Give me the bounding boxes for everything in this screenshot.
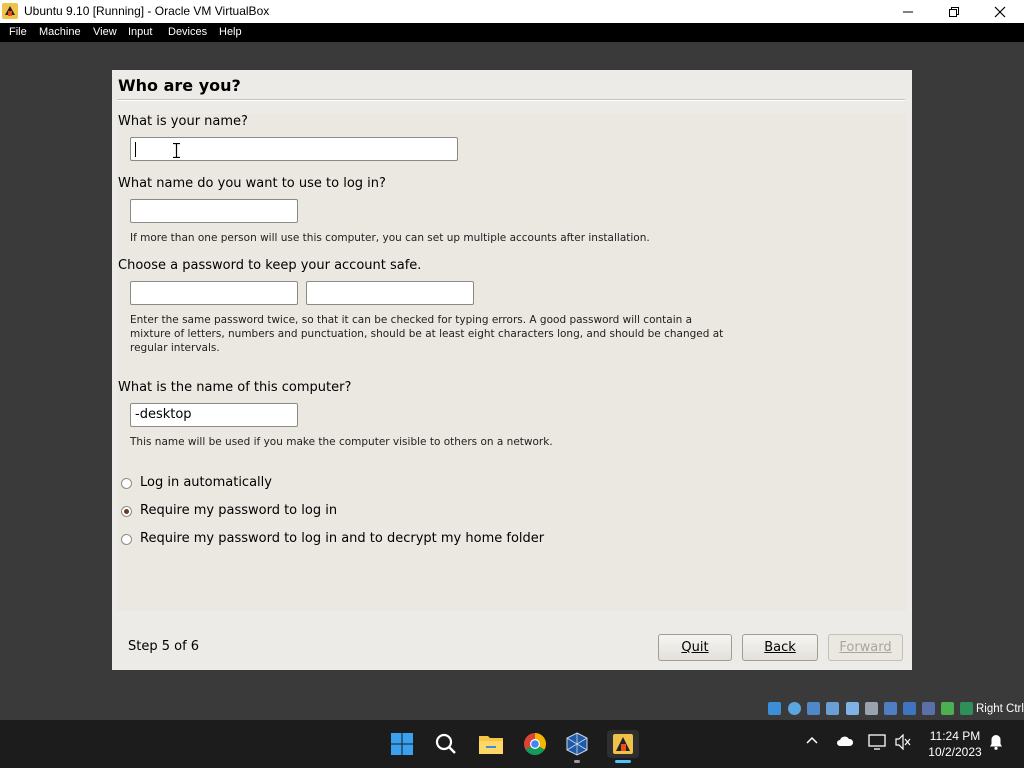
login-hint: If more than one person will use this co… <box>130 232 650 244</box>
quit-button[interactable]: Quit <box>658 634 732 661</box>
taskbar-virtualbox[interactable] <box>563 730 591 763</box>
taskbar-file-explorer[interactable] <box>477 730 505 758</box>
vm-window-icon <box>613 734 633 754</box>
close-icon <box>994 6 1006 17</box>
close-button[interactable] <box>977 0 1023 23</box>
password-hint: Enter the same password twice, so that i… <box>130 313 723 355</box>
title-separator <box>117 99 905 101</box>
mouse-integration-icon[interactable] <box>960 702 973 715</box>
virtualization-icon[interactable] <box>922 702 935 715</box>
virtualbox-vm-icon <box>2 3 18 19</box>
menu-file[interactable]: File <box>9 26 27 38</box>
host-key-label: Right Ctrl <box>976 703 1024 715</box>
bell-icon <box>990 735 1002 750</box>
text-cursor-icon <box>173 143 180 158</box>
vm-status-bar: Right Ctrl <box>0 698 1024 720</box>
restore-icon <box>949 6 959 17</box>
password-question: Choose a password to keep your account s… <box>118 258 422 273</box>
back-button[interactable]: Back <box>742 634 818 661</box>
password-confirm-input[interactable] <box>306 281 474 305</box>
shared-folders-icon[interactable] <box>865 702 878 715</box>
guest-additions-icon[interactable] <box>941 702 954 715</box>
tray-onedrive[interactable] <box>836 734 854 753</box>
menu-machine[interactable]: Machine <box>39 26 81 38</box>
menu-help[interactable]: Help <box>219 26 242 38</box>
taskbar-vm-window[interactable] <box>607 730 639 763</box>
name-question: What is your name? <box>118 114 248 129</box>
computer-name-value: -desktop <box>135 407 192 422</box>
chevron-up-icon <box>806 736 818 744</box>
notifications-button[interactable] <box>988 734 1004 755</box>
password-hint-line: mixture of letters, numbers and punctuat… <box>130 328 724 340</box>
hard-disk-icon[interactable] <box>768 702 781 715</box>
running-indicator <box>574 760 580 763</box>
clock-date: 10/2/2023 <box>928 745 982 759</box>
password-input[interactable] <box>130 281 298 305</box>
radio-label-require-password-encrypt[interactable]: Require my password to log in and to dec… <box>140 531 544 546</box>
taskbar-clock[interactable]: 11:24 PM 10/2/2023 <box>922 728 988 760</box>
network-monitor-icon <box>868 734 886 750</box>
taskbar-search-button[interactable] <box>432 730 460 758</box>
dialog-title: Who are you? <box>118 76 241 95</box>
window-title: Ubuntu 9.10 [Running] - Oracle VM Virtua… <box>24 4 270 18</box>
text-caret <box>135 142 136 157</box>
tray-network[interactable] <box>868 734 886 755</box>
menu-view[interactable]: View <box>93 26 117 38</box>
recording-icon[interactable] <box>903 702 916 715</box>
cloud-icon <box>837 736 854 746</box>
file-explorer-icon <box>479 736 503 754</box>
login-question: What name do you want to use to log in? <box>118 176 386 191</box>
audio-icon[interactable] <box>807 702 820 715</box>
tray-volume[interactable] <box>895 733 911 755</box>
radio-label-require-password[interactable]: Require my password to log in <box>140 503 337 518</box>
taskbar: 11:24 PM 10/2/2023 <box>0 720 1024 768</box>
radio-require-password[interactable] <box>121 506 132 517</box>
taskbar-chrome[interactable] <box>521 730 549 758</box>
forward-button[interactable]: Forward <box>828 634 903 661</box>
display-icon[interactable] <box>884 702 897 715</box>
search-icon <box>435 733 456 754</box>
volume-muted-icon <box>895 733 911 751</box>
active-window-indicator <box>615 760 631 763</box>
minimize-icon <box>903 11 913 12</box>
virtualbox-icon <box>566 732 588 756</box>
dialog-content: What is your name? What name do you want… <box>117 114 906 611</box>
start-button[interactable] <box>388 730 416 758</box>
menu-devices[interactable]: Devices <box>168 26 207 38</box>
menu-input[interactable]: Input <box>128 26 152 38</box>
minimize-button[interactable] <box>885 0 931 23</box>
window-titlebar: Ubuntu 9.10 [Running] - Oracle VM Virtua… <box>0 0 1024 23</box>
computer-name-input[interactable]: -desktop <box>130 403 298 427</box>
clock-time: 11:24 PM <box>929 729 981 743</box>
password-hint-line: Enter the same password twice, so that i… <box>130 314 693 326</box>
chrome-icon <box>524 733 546 755</box>
network-icon[interactable] <box>826 702 839 715</box>
computer-name-question: What is the name of this computer? <box>118 380 352 395</box>
radio-label-login-automatically[interactable]: Log in automatically <box>140 475 272 490</box>
installer-dialog: Who are you? What is your name? What nam… <box>112 70 912 670</box>
menu-bar: File Machine View Input Devices Help <box>0 23 1024 42</box>
usb-icon[interactable] <box>846 702 859 715</box>
radio-login-automatically[interactable] <box>121 478 132 489</box>
step-indicator: Step 5 of 6 <box>128 639 200 654</box>
radio-require-password-encrypt[interactable] <box>121 534 132 545</box>
computer-name-hint: This name will be used if you make the c… <box>130 436 553 448</box>
password-hint-line: regular intervals. <box>130 342 220 354</box>
tray-overflow-button[interactable] <box>806 734 818 752</box>
optical-drive-icon[interactable] <box>788 702 801 715</box>
maximize-button[interactable] <box>931 0 977 23</box>
username-input[interactable] <box>130 199 298 223</box>
windows-start-icon <box>391 733 413 755</box>
